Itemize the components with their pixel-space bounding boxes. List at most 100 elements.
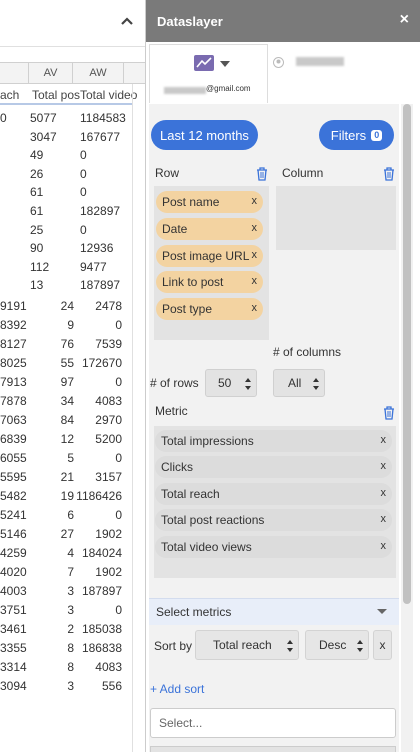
header-cell-total-posts[interactable]: Total pos xyxy=(32,88,80,102)
stepper-arrows-icon[interactable] xyxy=(313,377,319,391)
table-cell[interactable]: 1902 xyxy=(74,527,122,541)
row-chip-post-type[interactable]: Post type x xyxy=(156,298,263,320)
column-header-aw[interactable]: AW xyxy=(72,62,124,84)
table-cell[interactable]: 0 xyxy=(80,223,87,237)
table-cell[interactable]: 8 xyxy=(30,641,74,655)
table-cell[interactable]: 7063 xyxy=(0,413,27,427)
panel-scrollbar[interactable] xyxy=(401,104,413,752)
column-header-next[interactable] xyxy=(124,62,145,84)
remove-icon[interactable]: x xyxy=(381,487,387,499)
sort-order-select[interactable]: Desc xyxy=(305,630,369,660)
row-chip-date[interactable]: Date x xyxy=(156,218,263,240)
remove-icon[interactable]: x xyxy=(381,513,387,525)
chevron-up-icon[interactable] xyxy=(119,13,135,29)
row-dimensions-box[interactable]: Post name x Date x Post image URL x Link to… xyxy=(154,186,269,340)
select-input[interactable]: Select... xyxy=(150,708,396,738)
remove-icon[interactable]: x xyxy=(252,222,258,234)
table-cell[interactable]: 25 xyxy=(30,223,43,237)
table-cell[interactable]: 5595 xyxy=(0,470,27,484)
column-header-blank[interactable] xyxy=(0,62,28,84)
table-cell[interactable]: 8025 xyxy=(0,356,27,370)
table-cell[interactable]: 186838 xyxy=(74,641,122,655)
metric-chip-total-post-reactions[interactable]: Total post reactions x xyxy=(155,509,392,531)
filters-button[interactable]: Filters 0 xyxy=(319,120,394,150)
table-cell[interactable]: 24 xyxy=(30,299,74,313)
table-cell[interactable]: 3 xyxy=(30,603,74,617)
table-cell[interactable]: 112 xyxy=(30,260,49,274)
table-cell[interactable]: 97 xyxy=(30,375,74,389)
table-cell[interactable]: 19 xyxy=(30,489,74,503)
table-cell[interactable]: 4083 xyxy=(74,660,122,674)
table-cell[interactable]: 184024 xyxy=(74,546,122,560)
num-rows-stepper[interactable]: 50 xyxy=(205,369,257,397)
remove-icon[interactable]: x xyxy=(252,249,258,261)
date-range-button[interactable]: Last 12 months xyxy=(151,120,258,150)
table-cell[interactable]: 0 xyxy=(74,318,122,332)
table-cell[interactable]: 12 xyxy=(30,432,74,446)
table-cell[interactable]: 172670 xyxy=(74,356,122,370)
table-cell[interactable]: 5482 xyxy=(0,489,27,503)
table-cell[interactable]: 6839 xyxy=(0,432,27,446)
num-columns-stepper[interactable]: All xyxy=(273,369,325,397)
table-cell[interactable]: 0 xyxy=(80,148,87,162)
table-cell[interactable]: 13 xyxy=(30,278,43,292)
column-header-av[interactable]: AV xyxy=(28,62,72,84)
table-cell[interactable]: 0 xyxy=(0,111,7,125)
table-cell[interactable]: 9191 xyxy=(0,299,27,313)
account-card[interactable]: @gmail.com xyxy=(149,44,268,103)
table-cell[interactable]: 3 xyxy=(30,584,74,598)
table-cell[interactable]: 4003 xyxy=(0,584,27,598)
table-cell[interactable]: 7913 xyxy=(0,375,27,389)
close-icon[interactable]: × xyxy=(400,11,409,29)
account-card-secondary[interactable] xyxy=(268,44,414,102)
table-cell[interactable]: 9477 xyxy=(80,260,107,274)
table-cell[interactable]: 4020 xyxy=(0,565,27,579)
table-cell[interactable]: 5 xyxy=(30,451,74,465)
metric-chip-total-video-views[interactable]: Total video views x xyxy=(155,536,392,558)
table-cell[interactable]: 167677 xyxy=(80,130,120,144)
table-cell[interactable]: 26 xyxy=(30,167,43,181)
table-cell[interactable]: 2 xyxy=(30,622,74,636)
table-cell[interactable]: 556 xyxy=(74,679,122,693)
table-cell[interactable]: 3157 xyxy=(74,470,122,484)
metric-chip-clicks[interactable]: Clicks x xyxy=(155,456,392,478)
table-cell[interactable]: 8392 xyxy=(0,318,27,332)
trash-icon[interactable] xyxy=(383,406,395,420)
table-cell[interactable]: 5077 xyxy=(30,111,57,125)
table-cell[interactable]: 61 xyxy=(30,204,43,218)
table-cell[interactable]: 0 xyxy=(74,508,122,522)
table-cell[interactable]: 8 xyxy=(30,660,74,674)
table-cell[interactable]: 0 xyxy=(74,375,122,389)
remove-icon[interactable]: x xyxy=(381,434,387,446)
add-sort-link[interactable]: + Add sort xyxy=(150,682,204,696)
table-cell[interactable]: 0 xyxy=(74,451,122,465)
table-cell[interactable]: 7878 xyxy=(0,394,27,408)
scrollbar-thumb[interactable] xyxy=(403,104,411,604)
table-cell[interactable]: 7 xyxy=(30,565,74,579)
table-cell[interactable]: 27 xyxy=(30,527,74,541)
table-cell[interactable]: 0 xyxy=(80,167,87,181)
metric-chip-total-reach[interactable]: Total reach x xyxy=(155,483,392,505)
table-cell[interactable]: 3094 xyxy=(0,679,27,693)
table-cell[interactable]: 8127 xyxy=(0,337,27,351)
table-cell[interactable]: 5146 xyxy=(0,527,27,541)
table-cell[interactable]: 3751 xyxy=(0,603,27,617)
table-cell[interactable]: 1902 xyxy=(74,565,122,579)
row-chip-link-to-post[interactable]: Link to post x xyxy=(156,271,263,293)
table-cell[interactable]: 90 xyxy=(30,241,43,255)
table-cell[interactable]: 49 xyxy=(30,148,43,162)
caret-down-icon[interactable] xyxy=(220,61,230,67)
stepper-arrows-icon[interactable] xyxy=(245,377,251,391)
table-cell[interactable]: 4 xyxy=(30,546,74,560)
table-cell[interactable]: 6055 xyxy=(0,451,27,465)
table-cell[interactable]: 187897 xyxy=(74,584,122,598)
table-cell[interactable]: 7539 xyxy=(74,337,122,351)
table-cell[interactable]: 76 xyxy=(30,337,74,351)
table-cell[interactable]: 3355 xyxy=(0,641,27,655)
row-chip-post-name[interactable]: Post name x xyxy=(156,191,263,213)
table-cell[interactable]: 4083 xyxy=(74,394,122,408)
table-cell[interactable]: 55 xyxy=(30,356,74,370)
trash-icon[interactable] xyxy=(256,167,268,181)
table-cell[interactable]: 187897 xyxy=(80,278,120,292)
table-cell[interactable]: 182897 xyxy=(80,204,120,218)
